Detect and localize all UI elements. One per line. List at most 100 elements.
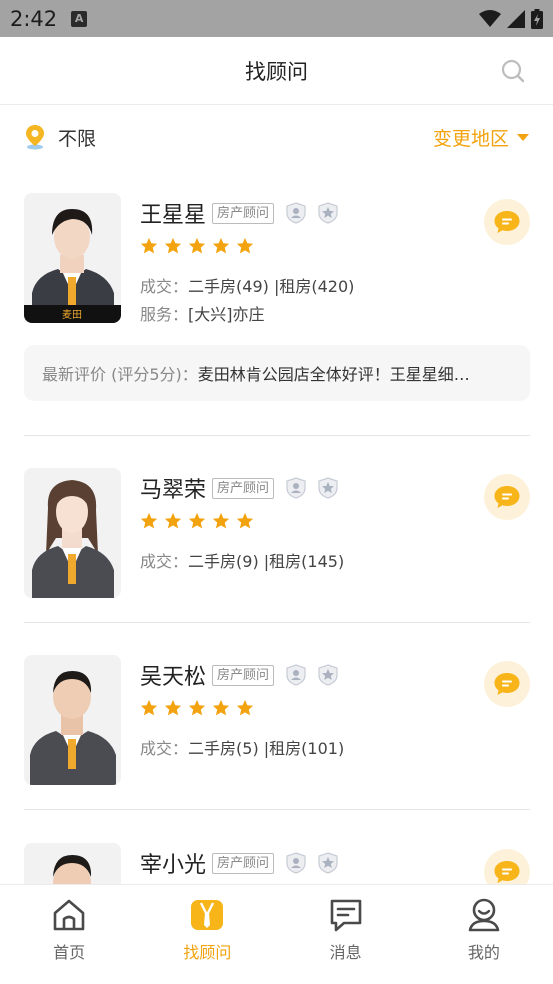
review-label: 最新评价 (评分5分)： xyxy=(42,365,198,384)
dropdown-arrow-icon xyxy=(517,133,529,141)
notification-icon: A xyxy=(71,10,88,27)
advisor-card[interactable]: 吴天松 房产顾问 成交：二手房(5) |租房(101) xyxy=(24,655,530,785)
star-icon xyxy=(236,237,254,254)
chat-icon xyxy=(494,486,520,508)
bottom-tab-bar: 首页 找顾问 消息 我的 xyxy=(0,884,553,984)
review-text: 麦田林肯公园店全体好评！王星星细… xyxy=(197,365,470,384)
tab-home[interactable]: 首页 xyxy=(0,885,138,984)
tab-messages[interactable]: 消息 xyxy=(277,885,415,984)
tab-label: 首页 xyxy=(53,943,86,962)
service-value: [大兴]亦庄 xyxy=(188,305,265,324)
home-icon xyxy=(53,899,85,931)
divider xyxy=(24,809,530,810)
chat-icon xyxy=(494,861,520,883)
deal-stats: 成交：二手房(49) |租房(420) xyxy=(140,273,354,297)
advisor-name-row: 马翠荣 房产顾问 xyxy=(140,472,338,504)
role-tag: 房产顾问 xyxy=(212,477,275,499)
role-tag: 房产顾问 xyxy=(212,202,275,224)
star-badge-icon xyxy=(318,202,338,224)
advisor-name-row: 吴天松 房产顾问 xyxy=(140,659,338,691)
battery-icon xyxy=(531,8,543,29)
change-region-button[interactable]: 变更地区 xyxy=(433,124,529,151)
verified-person-icon xyxy=(286,202,306,224)
star-badge-icon xyxy=(318,852,338,874)
service-label: 服务： xyxy=(140,305,189,324)
tab-label: 消息 xyxy=(329,943,362,962)
change-region-label: 变更地区 xyxy=(432,127,509,150)
message-icon xyxy=(330,899,361,932)
advisor-name: 王星星 xyxy=(140,203,207,228)
tab-label: 找顾问 xyxy=(183,943,232,962)
chat-button[interactable] xyxy=(484,661,530,707)
advisor-list: 麦田 王星星 房产顾问 成交：二手房(49) |租房(420) 服务：[大兴]亦… xyxy=(0,169,553,885)
deal-stats: 成交：二手房(5) |租房(101) xyxy=(140,735,344,759)
chat-icon xyxy=(494,673,520,695)
deal-value: 二手房(5) |租房(101) xyxy=(188,739,345,758)
tab-label: 我的 xyxy=(467,943,500,962)
advisor-photo xyxy=(24,468,121,598)
star-icon xyxy=(140,237,158,254)
location-pin-icon xyxy=(26,125,44,150)
latest-review[interactable]: 最新评价 (评分5分)： 麦田林肯公园店全体好评！王星星细… xyxy=(24,345,530,401)
status-icons xyxy=(479,8,543,29)
status-bar: 2:42 A xyxy=(0,0,553,37)
signal-icon xyxy=(507,9,525,28)
rating-stars xyxy=(140,512,254,530)
location-bar: 不限 变更地区 xyxy=(0,105,553,169)
advisor-photo xyxy=(24,843,121,885)
tab-profile[interactable]: 我的 xyxy=(415,885,553,984)
search-icon[interactable] xyxy=(501,59,525,83)
deal-label: 成交： xyxy=(140,277,189,296)
advisor-name: 吴天松 xyxy=(140,665,207,690)
svg-text:麦田: 麦田 xyxy=(62,309,82,321)
star-icon xyxy=(212,512,230,529)
profile-icon xyxy=(468,898,500,932)
advisor-icon xyxy=(191,900,224,930)
advisor-name: 马翠荣 xyxy=(140,478,207,503)
star-icon xyxy=(236,512,254,529)
advisor-photo xyxy=(24,655,121,785)
star-icon xyxy=(140,512,158,529)
star-icon xyxy=(188,699,206,716)
rating-stars xyxy=(140,699,254,717)
role-tag: 房产顾问 xyxy=(212,852,275,874)
star-icon xyxy=(212,699,230,716)
star-icon xyxy=(164,699,182,716)
advisor-name: 宰小光 xyxy=(140,853,207,878)
chat-icon xyxy=(494,211,520,233)
advisor-name-row: 宰小光 房产顾问 xyxy=(140,847,338,879)
advisor-card[interactable]: 麦田 王星星 房产顾问 成交：二手房(49) |租房(420) 服务：[大兴]亦… xyxy=(24,193,530,401)
role-tag: 房产顾问 xyxy=(212,664,275,686)
deal-label: 成交： xyxy=(140,739,189,758)
rating-stars xyxy=(140,237,254,255)
star-icon xyxy=(188,512,206,529)
star-badge-icon xyxy=(318,664,338,686)
advisor-photo: 麦田 xyxy=(24,193,121,323)
page-title: 找顾问 xyxy=(245,59,308,84)
chat-button[interactable] xyxy=(484,199,530,245)
wifi-icon xyxy=(479,9,501,27)
advisor-card[interactable]: 马翠荣 房产顾问 成交：二手房(9) |租房(145) xyxy=(24,468,530,598)
status-time: 2:42 xyxy=(10,6,58,31)
divider xyxy=(24,622,530,623)
chat-button[interactable] xyxy=(484,849,530,885)
deal-value: 二手房(9) |租房(145) xyxy=(188,552,345,571)
tab-advisor[interactable]: 找顾问 xyxy=(138,885,276,984)
verified-person-icon xyxy=(286,852,306,874)
star-icon xyxy=(236,699,254,716)
verified-person-icon xyxy=(286,664,306,686)
divider xyxy=(24,435,530,436)
app-header: 找顾问 xyxy=(0,37,553,105)
star-icon xyxy=(188,237,206,254)
advisor-name-row: 王星星 房产顾问 xyxy=(140,197,338,229)
star-icon xyxy=(212,237,230,254)
service-area: 服务：[大兴]亦庄 xyxy=(140,301,265,325)
verified-person-icon xyxy=(286,477,306,499)
deal-label: 成交： xyxy=(140,552,189,571)
deal-stats: 成交：二手房(9) |租房(145) xyxy=(140,548,344,572)
chat-button[interactable] xyxy=(484,474,530,520)
star-icon xyxy=(140,699,158,716)
star-icon xyxy=(164,237,182,254)
advisor-card[interactable]: 宰小光 房产顾问 xyxy=(24,843,530,885)
star-badge-icon xyxy=(318,477,338,499)
